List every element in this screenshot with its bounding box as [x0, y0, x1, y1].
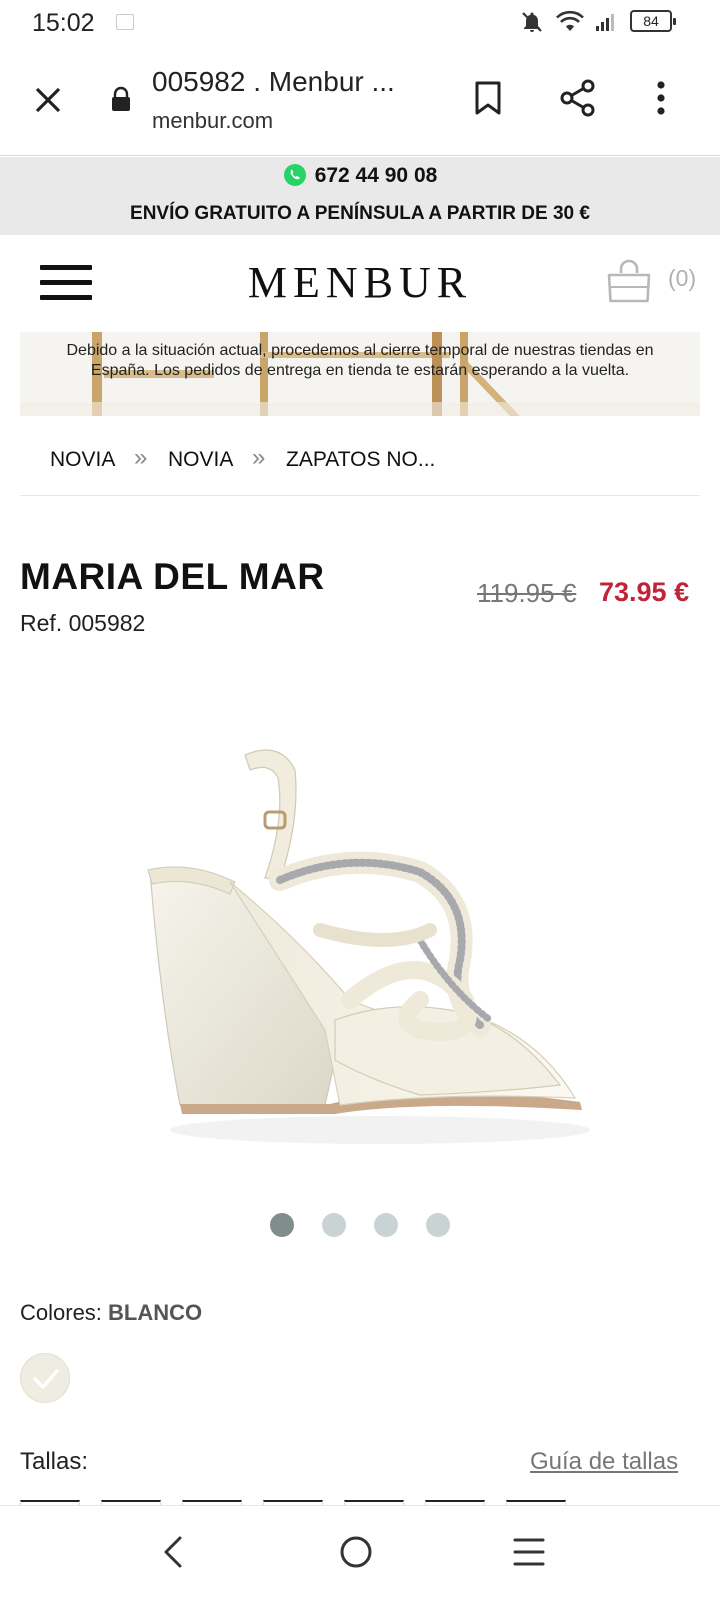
- status-time: 15:02: [32, 9, 95, 37]
- sale-price: 73.95 €: [599, 577, 690, 607]
- more-vert-icon[interactable]: [646, 76, 676, 120]
- carousel-dot[interactable]: [322, 1213, 346, 1237]
- breadcrumb-item[interactable]: NOVIA: [168, 448, 233, 472]
- colors-label-text: Colores:: [20, 1300, 102, 1325]
- notifications-off-icon: [520, 10, 544, 39]
- breadcrumb-item[interactable]: NOVIA: [50, 448, 115, 472]
- page-url[interactable]: menbur.com: [152, 108, 273, 134]
- site-header: MENBUR (0): [0, 235, 720, 331]
- notice-text: Debido a la situación actual, procedemos…: [66, 342, 654, 379]
- recents-icon[interactable]: [512, 1536, 546, 1573]
- announcement-bar: 672 44 90 08 ENVÍO GRATUITO A PENÍNSULA …: [0, 157, 720, 235]
- breadcrumb-separator: »: [134, 444, 148, 471]
- back-icon[interactable]: [160, 1534, 190, 1575]
- carousel-dot[interactable]: [270, 1213, 294, 1237]
- original-price: 119.95 €: [477, 578, 577, 608]
- size-guide-link[interactable]: Guía de tallas: [530, 1448, 678, 1476]
- lock-icon: [108, 84, 134, 114]
- product-name: MARIA DEL MAR: [20, 556, 325, 597]
- free-shipping-text: ENVÍO GRATUITO A PENÍNSULA A PARTIR DE 3…: [130, 203, 590, 224]
- carousel-dot[interactable]: [426, 1213, 450, 1237]
- selected-color: BLANCO: [108, 1300, 203, 1325]
- breadcrumb: NOVIA » NOVIA » ZAPATOS NO...: [20, 440, 700, 496]
- close-icon[interactable]: [26, 78, 70, 122]
- product-ref: Ref. 005982: [20, 610, 146, 636]
- notice-banner[interactable]: Debido a la situación actual, procedemos…: [20, 332, 700, 416]
- home-icon[interactable]: [338, 1534, 374, 1575]
- sizes-label: Tallas:: [20, 1448, 89, 1475]
- cart-count[interactable]: (0): [668, 265, 696, 292]
- color-swatch-blanco[interactable]: [20, 1353, 70, 1403]
- breadcrumb-separator: »: [252, 444, 266, 471]
- breadcrumb-item[interactable]: ZAPATOS NO...: [286, 448, 435, 472]
- whatsapp-icon: [283, 164, 306, 186]
- battery-icon: 84: [630, 10, 676, 32]
- bookmark-icon[interactable]: [466, 76, 510, 120]
- check-icon: [33, 1369, 59, 1389]
- colors-label: Colores: BLANCO: [20, 1300, 202, 1326]
- image-icon: [116, 14, 134, 30]
- share-icon[interactable]: [556, 76, 600, 120]
- page-title[interactable]: 005982 . Menbur ...: [152, 66, 395, 98]
- carousel-dot[interactable]: [374, 1213, 398, 1237]
- phone-number: 672 44 90 08: [314, 164, 438, 187]
- wifi-icon: [556, 10, 584, 39]
- system-nav-bar: [0, 1505, 720, 1600]
- product-image[interactable]: [120, 700, 620, 1190]
- browser-toolbar: 005982 . Menbur ... menbur.com: [0, 46, 720, 156]
- status-bar: 15:02 84: [0, 0, 720, 46]
- signal-icon: [594, 10, 618, 39]
- cart-icon[interactable]: [606, 257, 652, 310]
- phone-link[interactable]: 672 44 90 08: [0, 163, 720, 188]
- image-carousel-dots: [0, 1213, 720, 1237]
